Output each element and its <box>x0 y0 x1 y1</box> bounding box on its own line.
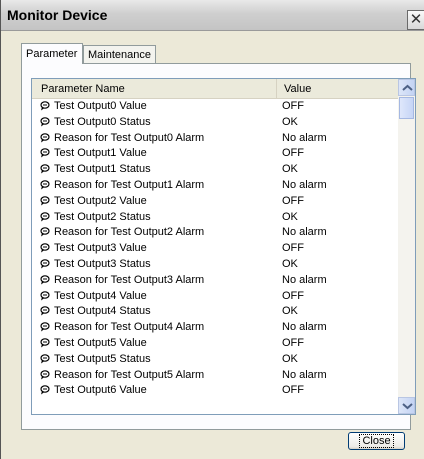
parameter-list[interactable]: Parameter Name Value Test Output0 Value O… <box>31 78 416 415</box>
table-row[interactable]: Test Output1 Value OFF <box>32 146 398 162</box>
parameter-icon <box>40 101 50 111</box>
parameter-value: OK <box>282 163 298 176</box>
parameter-icon <box>40 148 50 158</box>
parameter-value: OFF <box>282 100 304 112</box>
table-row[interactable]: Test Output5 Value OFF <box>32 336 398 352</box>
parameter-name: Test Output0 Status <box>54 115 151 128</box>
parameter-icon <box>40 385 50 395</box>
parameter-icon <box>40 180 50 190</box>
parameter-name: Reason for Test Output4 Alarm <box>54 321 205 334</box>
parameter-icon <box>40 338 50 348</box>
table-row[interactable]: Test Output2 Status OK <box>32 210 398 226</box>
parameter-name: Test Output3 Status <box>54 257 151 270</box>
parameter-icon <box>40 227 50 237</box>
scroll-thumb[interactable] <box>399 97 414 119</box>
table-row[interactable]: Test Output5 Status OK <box>32 352 398 368</box>
parameter-value: OFF <box>282 384 304 397</box>
tab-parameter[interactable]: Parameter <box>21 43 83 64</box>
scroll-down-button[interactable] <box>398 397 415 414</box>
list-rows: Test Output0 Value OFF Test Output0 Status… <box>32 99 398 399</box>
parameter-name: Test Output3 Value <box>54 242 147 255</box>
parameter-name: Test Output6 Value <box>54 384 147 397</box>
parameter-icon <box>40 195 50 206</box>
tab-maintenance[interactable]: Maintenance <box>83 45 156 64</box>
parameter-icon <box>40 322 50 332</box>
table-row[interactable]: Reason for Test Output4 Alarm No alarm <box>32 320 398 336</box>
parameter-value: OK <box>282 305 298 318</box>
table-row[interactable]: Reason for Test Output0 Alarm No alarm <box>32 131 398 147</box>
table-row[interactable]: Test Output3 Status OK <box>32 257 398 273</box>
parameter-name: Test Output2 Value <box>54 194 147 207</box>
table-row[interactable]: Test Output3 Value OFF <box>32 241 398 257</box>
table-row[interactable]: Test Output1 Status OK <box>32 162 398 178</box>
parameter-value: OFF <box>282 147 304 160</box>
parameter-name: Reason for Test Output1 Alarm <box>54 178 205 191</box>
parameter-value: No alarm <box>282 131 327 144</box>
dialog-title: Monitor Device <box>7 7 108 23</box>
table-row[interactable]: Reason for Test Output1 Alarm No alarm <box>32 178 398 194</box>
close-button-label: Close <box>359 434 394 448</box>
parameter-name: Test Output5 Value <box>54 336 147 349</box>
column-header-parameter-name[interactable]: Parameter Name <box>32 79 277 98</box>
parameter-value: OFF <box>282 194 304 207</box>
list-header: Parameter Name Value <box>32 79 398 99</box>
parameter-name: Test Output2 Status <box>54 210 151 223</box>
parameter-value: OK <box>282 210 298 223</box>
parameter-name: Test Output0 Value <box>54 100 147 112</box>
parameter-icon <box>40 211 50 222</box>
parameter-name: Test Output1 Status <box>54 163 151 176</box>
parameter-value: OK <box>282 352 298 365</box>
table-row[interactable]: Test Output0 Value OFF <box>32 99 398 115</box>
parameter-icon <box>40 164 50 174</box>
table-row[interactable]: Test Output6 Value OFF <box>32 383 398 399</box>
parameter-name: Reason for Test Output2 Alarm <box>54 226 205 239</box>
parameter-name: Reason for Test Output3 Alarm <box>54 273 205 286</box>
parameter-value: No alarm <box>282 368 327 381</box>
parameter-icon <box>40 243 50 253</box>
parameter-name: Test Output5 Status <box>54 352 151 365</box>
parameter-name: Test Output1 Value <box>54 147 147 160</box>
table-row[interactable]: Reason for Test Output5 Alarm No alarm <box>32 368 398 384</box>
table-row[interactable]: Reason for Test Output2 Alarm No alarm <box>32 225 398 241</box>
close-icon[interactable]: ✕ <box>407 10 424 30</box>
vertical-scrollbar[interactable] <box>398 79 415 414</box>
parameter-icon <box>40 369 50 380</box>
parameter-value: OK <box>282 257 298 270</box>
parameter-value: No alarm <box>282 226 327 239</box>
parameter-name: Test Output4 Value <box>54 289 147 302</box>
parameter-icon <box>40 274 50 285</box>
parameter-icon <box>40 290 50 301</box>
parameter-name: Reason for Test Output5 Alarm <box>54 368 205 381</box>
parameter-icon <box>40 353 50 364</box>
parameter-value: OK <box>282 115 298 128</box>
parameter-name: Test Output4 Status <box>54 305 151 318</box>
title-bar[interactable]: Monitor Device ✕ <box>1 0 424 31</box>
parameter-value: No alarm <box>282 273 327 286</box>
close-button[interactable]: Close <box>348 432 405 450</box>
parameter-icon <box>40 306 50 316</box>
parameter-value: OFF <box>282 242 304 255</box>
parameter-name: Reason for Test Output0 Alarm <box>54 131 205 144</box>
parameter-value: OFF <box>282 289 304 302</box>
parameter-value: OFF <box>282 336 304 349</box>
table-row[interactable]: Test Output4 Status OK <box>32 304 398 320</box>
column-header-value[interactable]: Value <box>278 79 398 98</box>
chevron-down-icon <box>402 403 413 410</box>
chevron-up-icon <box>402 84 413 91</box>
scroll-up-button[interactable] <box>398 79 415 96</box>
parameter-icon <box>40 116 50 127</box>
table-row[interactable]: Reason for Test Output3 Alarm No alarm <box>32 273 398 289</box>
table-row[interactable]: Test Output0 Status OK <box>32 115 398 131</box>
parameter-value: No alarm <box>282 321 327 334</box>
parameter-value: No alarm <box>282 178 327 191</box>
parameter-icon <box>40 132 50 143</box>
monitor-device-dialog: Monitor Device ✕ Parameter Maintenance P… <box>0 0 424 459</box>
parameter-icon <box>40 259 50 269</box>
table-row[interactable]: Test Output4 Value OFF <box>32 289 398 305</box>
table-row[interactable]: Test Output2 Value OFF <box>32 194 398 210</box>
